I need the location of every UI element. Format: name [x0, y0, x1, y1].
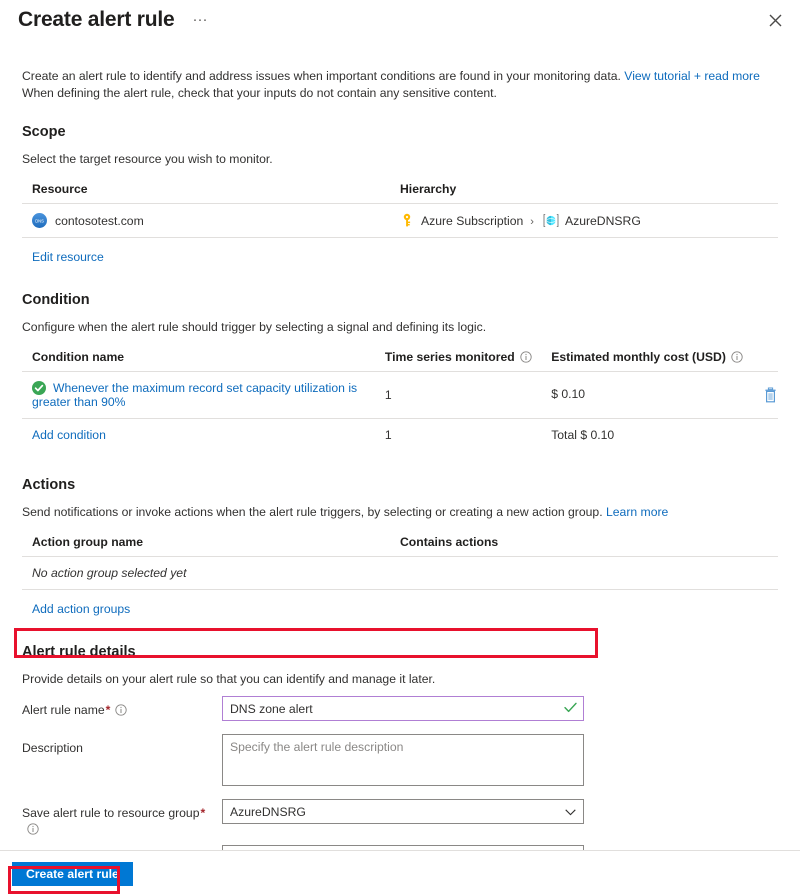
condition-total-timeseries: 1 — [384, 428, 392, 442]
actions-title: Actions — [22, 477, 76, 493]
scope-title: Scope — [22, 124, 66, 140]
success-check-icon — [32, 381, 46, 395]
scope-hierarchy-cell: Azure Subscription › AzureDNSRG — [400, 203, 778, 238]
details-title: Alert rule details — [22, 644, 136, 660]
condition-col-name: Condition name — [22, 348, 385, 372]
condition-col-cost: Estimated monthly cost (USD) — [551, 348, 778, 372]
form-row-description: Description — [22, 734, 778, 791]
subscription-key-icon — [400, 213, 414, 228]
info-icon[interactable] — [731, 351, 743, 363]
intro-line-1: Create an alert rule to identify and add… — [22, 69, 621, 83]
actions-table-header-row: Action group name Contains actions — [22, 533, 778, 557]
info-icon[interactable] — [520, 351, 532, 363]
close-icon[interactable] — [762, 7, 788, 33]
view-tutorial-link[interactable]: View tutorial + read more — [624, 69, 760, 83]
alert-rule-name-label: Alert rule name* — [22, 696, 222, 718]
scope-subscription-name: Azure Subscription — [421, 214, 524, 228]
actions-empty-cell: No action group selected yet — [22, 556, 400, 590]
scope-section: Scope Select the target resource you wis… — [22, 124, 778, 266]
info-icon[interactable] — [115, 704, 128, 716]
add-condition-link[interactable]: Add condition — [32, 428, 106, 442]
blade-footer: Create alert rule — [0, 850, 800, 895]
delete-icon[interactable] — [763, 387, 778, 403]
resource-group-control: AzureDNSRG — [222, 799, 584, 824]
scope-description: Select the target resource you wish to m… — [22, 152, 273, 166]
blade-header: Create alert rule ··· — [0, 0, 800, 40]
actions-description: Send notifications or invoke actions whe… — [22, 505, 778, 519]
actions-section: Actions Send notifications or invoke act… — [22, 477, 778, 618]
actions-contains-cell — [400, 556, 778, 590]
form-row-alert-rule-name: Alert rule name* — [22, 696, 778, 726]
hierarchy-separator-icon: › — [530, 216, 534, 228]
description-label: Description — [22, 741, 83, 755]
alert-rule-name-control — [222, 696, 584, 721]
condition-cost-cell: $ 0.10 — [551, 371, 778, 419]
condition-col-timeseries: Time series monitored — [384, 348, 552, 372]
actions-col-contains: Contains actions — [400, 533, 778, 557]
required-marker: * — [105, 703, 111, 717]
condition-name-cell: Whenever the maximum record set capacity… — [22, 371, 385, 419]
resource-group-icon — [543, 213, 559, 228]
alert-rule-name-input[interactable] — [222, 696, 584, 721]
condition-timeseries-cell: 1 — [384, 371, 552, 419]
scope-resource-group-name: AzureDNSRG — [564, 214, 641, 228]
blade-body: Create an alert rule to identify and add… — [0, 68, 800, 895]
scope-table: Resource Hierarchy contosotest.com — [22, 180, 778, 238]
learn-more-link[interactable]: Learn more — [606, 505, 668, 519]
page-title: Create alert rule — [18, 8, 175, 31]
actions-table: Action group name Contains actions No ac… — [22, 533, 778, 590]
condition-add-row: Add condition 1 Total $ 0.10 — [22, 419, 778, 452]
actions-col-name: Action group name — [22, 533, 400, 557]
actions-description-text: Send notifications or invoke actions whe… — [22, 505, 603, 519]
scope-resource-cell: contosotest.com — [22, 203, 400, 238]
intro-line-2: When defining the alert rule, check that… — [22, 86, 497, 100]
create-alert-rule-button[interactable]: Create alert rule — [12, 862, 133, 886]
edit-resource-link[interactable]: Edit resource — [32, 250, 104, 264]
condition-description: Configure when the alert rule should tri… — [22, 320, 487, 334]
description-control — [222, 734, 584, 791]
dns-zone-icon — [32, 213, 47, 228]
table-row[interactable]: contosotest.com Azure Subscription › — [22, 203, 778, 238]
scope-table-header-row: Resource Hierarchy — [22, 180, 778, 204]
intro-text: Create an alert rule to identify and add… — [22, 68, 778, 102]
table-row: No action group selected yet — [22, 556, 778, 590]
resource-group-value: AzureDNSRG — [230, 804, 306, 819]
scope-col-resource: Resource — [22, 180, 400, 204]
condition-section: Condition Configure when the alert rule … — [22, 292, 778, 451]
resource-group-label: Save alert rule to resource group* — [22, 799, 222, 837]
required-marker: * — [200, 806, 206, 820]
details-description: Provide details on your alert rule so th… — [22, 672, 436, 686]
add-condition-cell: Add condition — [22, 419, 385, 452]
form-row-resource-group: Save alert rule to resource group* Azure… — [22, 799, 778, 837]
condition-name-link[interactable]: Whenever the maximum record set capacity… — [32, 381, 357, 409]
scope-resource-name: contosotest.com — [55, 214, 144, 228]
condition-table-header-row: Condition name Time series monitored Est… — [22, 348, 778, 372]
condition-total-cost: Total $ 0.10 — [551, 428, 615, 442]
description-textarea[interactable] — [222, 734, 584, 786]
condition-title: Condition — [22, 292, 90, 308]
info-icon[interactable] — [27, 823, 39, 835]
table-row[interactable]: Whenever the maximum record set capacity… — [22, 371, 778, 419]
more-options-icon[interactable]: ··· — [189, 12, 212, 27]
resource-group-select[interactable]: AzureDNSRG — [222, 799, 584, 824]
condition-table: Condition name Time series monitored Est… — [22, 348, 778, 451]
scope-col-hierarchy: Hierarchy — [400, 180, 778, 204]
add-action-groups-link[interactable]: Add action groups — [32, 602, 130, 616]
